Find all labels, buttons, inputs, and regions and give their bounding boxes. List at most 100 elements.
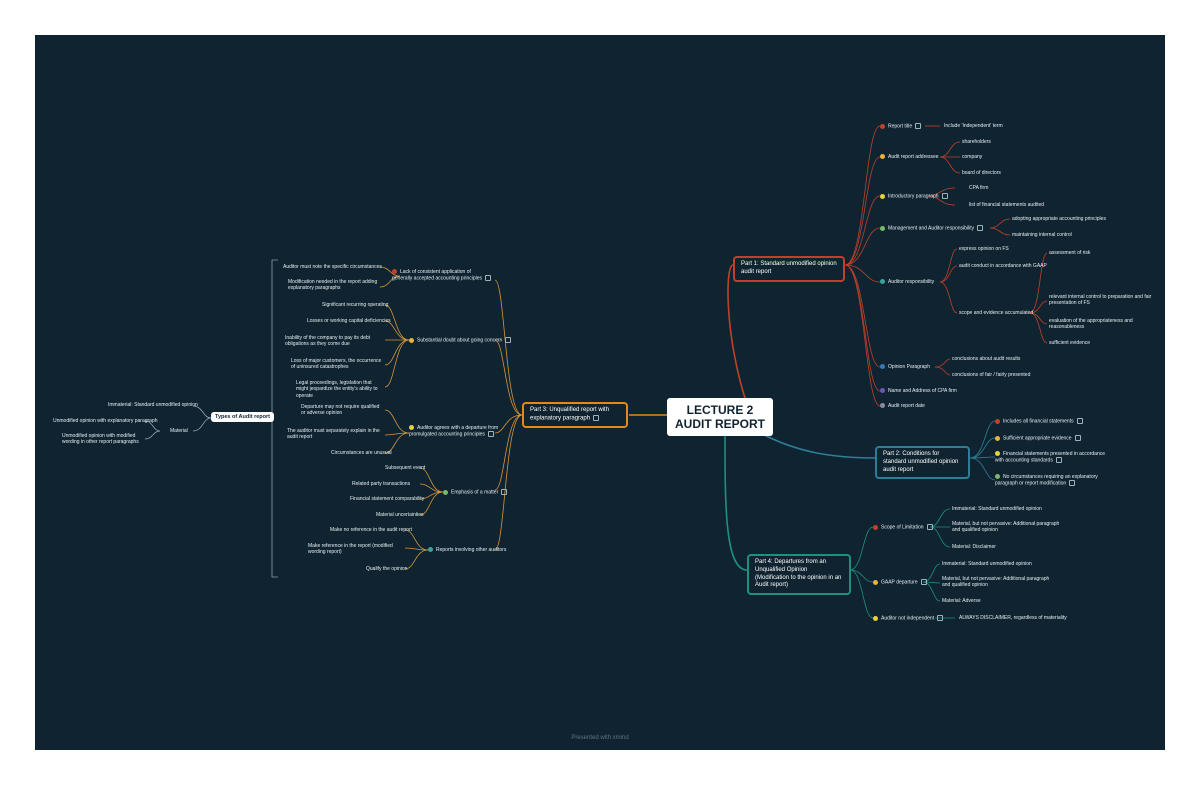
types-of-audit-report-topic[interactable]: Types of Audit report <box>211 412 274 422</box>
central-topic[interactable]: LECTURE 2 AUDIT REPORT <box>667 398 773 436</box>
doubt-e-node[interactable]: Legal proceedings, legislation that migh… <box>296 380 385 399</box>
auditor-resp-node[interactable]: Auditor responsibility <box>880 279 934 285</box>
departure-node[interactable]: Auditor agrees with a departure from pro… <box>409 425 505 438</box>
types-mat-b-node[interactable]: Unmodified opinion with modified wording… <box>62 433 154 446</box>
note-icon <box>977 225 984 231</box>
gaap-b-node[interactable]: Material, but not pervasive: Additional … <box>942 576 1052 589</box>
assessment-node[interactable]: assessment of risk <box>1049 250 1090 256</box>
priority-5-icon <box>880 279 885 285</box>
priority-1-icon <box>873 524 878 530</box>
note-icon <box>941 193 948 199</box>
condition-3-node[interactable]: Financial statements presented in accord… <box>995 451 1115 464</box>
scope-b-node[interactable]: Material, but not pervasive: Additional … <box>952 521 1062 534</box>
emphasis-node[interactable]: Emphasis of a matter <box>443 489 508 496</box>
doubt-c-node[interactable]: Inability of the company to pay its debt… <box>285 335 385 348</box>
priority-1-icon <box>995 418 1000 424</box>
part2-topic[interactable]: Part 2: Conditions for standard unmodifi… <box>875 446 970 480</box>
mgmt-node[interactable]: Management and Auditor responsibility <box>880 225 984 232</box>
priority-2-icon <box>409 337 414 343</box>
types-material-node[interactable]: Material <box>170 428 188 434</box>
note-icon <box>1076 418 1083 424</box>
going-concern-node[interactable]: Substantial doubt about going concern <box>409 337 512 344</box>
condition-4-node[interactable]: No circumstances requiring an explanator… <box>995 474 1120 487</box>
priority-4-icon <box>443 489 448 495</box>
types-mat-a-node[interactable]: Unmodified opinion with explanatory para… <box>53 418 158 424</box>
sufficient-node[interactable]: sufficient evidence <box>1049 340 1090 346</box>
express-node[interactable]: express opinion on FS <box>959 246 1009 252</box>
report-date-node[interactable]: Audit report date <box>880 403 925 409</box>
name-address-node[interactable]: Name and Address of CPA firm <box>880 388 957 394</box>
note-icon <box>505 337 512 343</box>
not-independent-node[interactable]: Auditor not independent <box>873 615 944 622</box>
fair-node[interactable]: conclusions of fair / fairly presented <box>952 372 1030 378</box>
dep-c-node[interactable]: Circumstances are unusual <box>331 450 392 456</box>
oth-b-node[interactable]: Make reference in the report (modified w… <box>308 543 405 556</box>
part4-title: Part 4: Departures from an Unqualified O… <box>755 559 842 589</box>
lack-consistency-node[interactable]: Lack of consistent application of genera… <box>392 269 492 282</box>
gaap-a-node[interactable]: Immaterial: Standard unmodified opinion <box>942 561 1032 567</box>
fs-list-node[interactable]: list of financial statements audited <box>969 202 1044 208</box>
scope-evidence-node[interactable]: scope and evidence accumulated <box>959 310 1033 316</box>
types-immaterial-node[interactable]: Immaterial: Standard unmodified opinion <box>108 402 198 408</box>
report-title-node[interactable]: Report title <box>880 123 922 130</box>
emp-d-node[interactable]: Material uncertainties <box>376 512 424 518</box>
opinion-para-node[interactable]: Opinion Paragraph <box>880 364 930 370</box>
condition-1-node[interactable]: Includes all financial statements <box>995 418 1083 425</box>
cpa-firm-node[interactable]: CPA firm <box>969 185 988 191</box>
evaluation-node[interactable]: evaluation of the appropriateness and re… <box>1049 318 1144 331</box>
adopting-node[interactable]: adopting appropriate accounting principl… <box>1012 216 1106 222</box>
shareholders-node[interactable]: shareholders <box>962 139 991 145</box>
part4-topic[interactable]: Part 4: Departures from an Unqualified O… <box>747 554 851 596</box>
addressee-node[interactable]: Audit report addressee <box>880 154 939 160</box>
note-icon <box>501 489 508 495</box>
connector-lines <box>144 125 1048 619</box>
note-icon <box>487 431 494 438</box>
scope-c-node[interactable]: Material: Disclaimer <box>952 544 996 550</box>
doubt-b-node[interactable]: Losses or working capital deficiencies <box>307 318 391 324</box>
dep-b-node[interactable]: The auditor must separately explain in t… <box>287 428 385 441</box>
gaap-departure-node[interactable]: GAAP departure <box>873 579 927 586</box>
relevant-node[interactable]: relevant internal control to preparation… <box>1049 294 1164 307</box>
board-node[interactable]: board of directors <box>962 170 1001 176</box>
scope-a-node[interactable]: Immaterial: Standard unmodified opinion <box>952 506 1042 512</box>
conclusion-node[interactable]: conclusions about audit results <box>952 356 1020 362</box>
dep-a-node[interactable]: Departure may not require qualified or a… <box>301 404 385 417</box>
priority-2-icon <box>995 435 1000 441</box>
lack-b-node[interactable]: Modification needed in the report adding… <box>288 279 380 292</box>
conduct-node[interactable]: audit conduct in accordance with GAAP <box>959 263 1047 269</box>
intro-node[interactable]: Introductory paragraph <box>880 193 948 200</box>
doubt-d-node[interactable]: Loss of major customers, the occurrence … <box>291 358 385 371</box>
footer-watermark: Presented with xmind <box>571 735 629 741</box>
part3-topic[interactable]: Part 3: Unqualified report with explanat… <box>522 402 628 429</box>
note-icon <box>926 524 933 530</box>
mind-map-canvas: LECTURE 2 AUDIT REPORT Part 1: Standard … <box>35 35 1165 750</box>
oth-a-node[interactable]: Make no reference in the audit report <box>330 527 412 533</box>
gaap-c-node[interactable]: Material: Adverse <box>942 598 981 604</box>
scope-limitation-node[interactable]: Scope of Limitation <box>873 524 933 531</box>
note-icon <box>1069 480 1076 487</box>
emp-a-node[interactable]: Subsequent event <box>385 465 425 471</box>
priority-3-icon <box>880 193 885 199</box>
priority-6-icon <box>880 364 885 370</box>
emp-c-node[interactable]: Financial statement comparability <box>350 496 424 502</box>
indep-a-node[interactable]: ALWAYS DISCLAIMER, regardless of materia… <box>959 615 1067 621</box>
other-auditors-node[interactable]: Reports involving other auditors <box>428 547 506 553</box>
priority-4-icon <box>880 225 885 231</box>
maintain-node[interactable]: maintaining internal control <box>1012 232 1072 238</box>
part1-topic[interactable]: Part 1: Standard unmodified opinion audi… <box>733 256 845 282</box>
emp-b-node[interactable]: Related party transactions <box>352 481 410 487</box>
company-node[interactable]: company <box>962 154 982 160</box>
priority-5-icon <box>428 547 433 553</box>
condition-2-node[interactable]: Sufficient appropriate evidence <box>995 435 1081 442</box>
priority-4-icon <box>995 474 1000 480</box>
oth-c-node[interactable]: Qualify the opinion <box>366 566 407 572</box>
priority-2-icon <box>880 154 885 160</box>
priority-3-icon <box>873 615 878 621</box>
part2-title: Part 2: Conditions for standard unmodifi… <box>883 451 959 473</box>
lack-a-node[interactable]: Auditor must note the specific circumsta… <box>283 264 382 270</box>
priority-3-icon <box>995 451 1000 457</box>
note-icon <box>593 414 600 421</box>
note-icon <box>1055 457 1062 464</box>
independent-term-node[interactable]: Include 'Independent' term <box>944 123 1003 129</box>
doubt-a-node[interactable]: Significant recurring operating <box>322 302 388 308</box>
